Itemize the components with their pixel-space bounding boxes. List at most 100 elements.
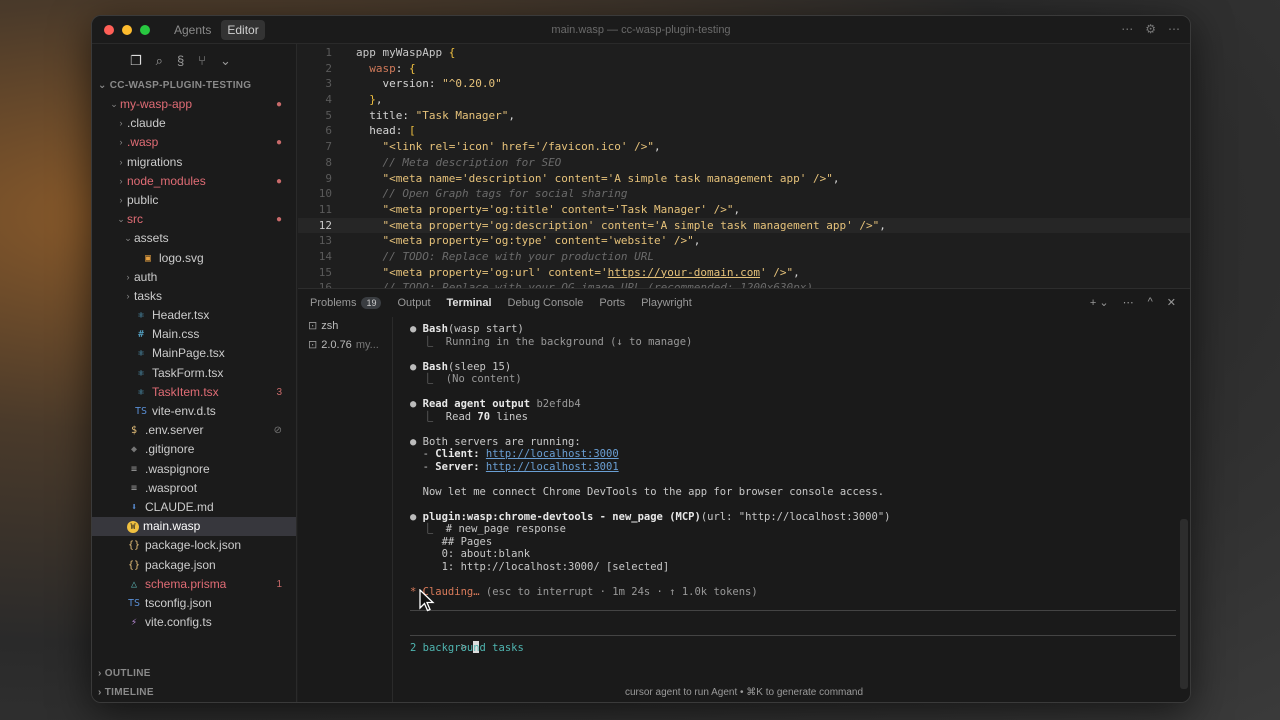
tree-item[interactable]: › migrations <box>92 153 296 172</box>
tree-item-label: public <box>127 192 159 207</box>
add-terminal-icon[interactable]: + ⌄ <box>1090 296 1109 309</box>
panel-tab-ports[interactable]: Ports <box>599 297 625 309</box>
tree-item[interactable]: › public <box>92 191 296 210</box>
branch-icon[interactable]: ⑂ <box>198 53 206 76</box>
chevron-down-icon: ⌄ <box>117 214 125 225</box>
terminal-instance[interactable]: ⊡ 2.0.76 my... <box>308 336 392 355</box>
code-line: 10 // Open Graph tags for social sharing <box>298 186 1190 202</box>
panel-tab-problems[interactable]: Problems 19 <box>310 297 382 309</box>
file-type-icon: {} <box>127 540 141 552</box>
tree-item[interactable]: ⬇ CLAUDE.md <box>92 498 296 517</box>
close-panel-icon[interactable]: ✕ <box>1167 296 1176 309</box>
outline-section[interactable]: › OUTLINE <box>92 664 296 683</box>
tree-item[interactable]: TS tsconfig.json <box>92 594 296 613</box>
mode-tab-editor[interactable]: Editor <box>221 19 265 40</box>
search-icon[interactable]: ⌕ <box>156 53 163 76</box>
terminal-name: 2.0.76 <box>321 339 352 351</box>
tree-item-label: Main.css <box>152 327 200 342</box>
terminal-spacer <box>410 348 1176 361</box>
tree-item[interactable]: ▣ logo.svg <box>92 249 296 268</box>
line-number: 2 <box>325 61 332 75</box>
tree-item[interactable]: › node_modules ● <box>92 172 296 191</box>
chevron-right-icon: › <box>119 118 123 129</box>
more-icon[interactable]: ⋯ <box>1123 296 1134 309</box>
tree-item[interactable]: # Main.css <box>92 325 296 344</box>
minimize-window-button[interactable] <box>122 24 132 35</box>
terminal-instance[interactable]: ⊡ zsh <box>308 317 392 336</box>
code-text: }, <box>369 93 383 107</box>
panel-tab-output[interactable]: Output <box>397 297 430 309</box>
code-editor[interactable]: 1 app myWaspApp {2 wasp: {3 version: "^0.… <box>298 44 1190 288</box>
tree-item[interactable]: ⌄ my-wasp-app ● <box>92 95 296 114</box>
code-line: 12 "<meta property='og:description' cont… <box>298 217 1190 234</box>
tree-item[interactable]: ◆ .gitignore <box>92 440 296 459</box>
close-window-button[interactable] <box>104 24 114 35</box>
tree-item[interactable]: › .wasp ● <box>92 133 296 152</box>
chevron-down-icon[interactable]: ⌄ <box>220 53 231 76</box>
terminal-list: ⊡ zsh ⊡ 2.0.76 my... <box>298 317 393 702</box>
code-text: "<meta property='og:title' content='Task… <box>382 202 741 216</box>
status-badge: ⊘ <box>273 425 282 437</box>
terminal-line: Now let me connect Chrome DevTools to th… <box>410 485 885 498</box>
tree-item[interactable]: TS vite-env.d.ts <box>92 402 296 421</box>
panel-tab-debug-console[interactable]: Debug Console <box>508 297 584 309</box>
tree-item[interactable]: △ schema.prisma 1 <box>92 575 296 594</box>
prompt-line[interactable]: > <box>410 611 1176 653</box>
tree-item[interactable]: {} package-lock.json <box>92 536 296 555</box>
terminal-spacer <box>410 473 1176 486</box>
tree-item[interactable]: › tasks <box>92 287 296 306</box>
gear-icon[interactable]: ⚙ <box>1145 22 1156 36</box>
tree-item[interactable]: › .claude <box>92 114 296 133</box>
code-text: "<meta name='description' content='A sim… <box>382 171 840 185</box>
maximize-panel-icon[interactable]: ^ <box>1148 296 1153 309</box>
code-line: 9 "<meta name='description' content='A s… <box>298 171 1190 187</box>
terminal-line: ● Bash(wasp start) <box>410 323 524 335</box>
more-icon[interactable]: ⋯ <box>1121 22 1133 36</box>
terminal-scrollbar[interactable] <box>1180 519 1188 689</box>
code-line: 6 head: [ <box>298 123 1190 139</box>
tree-item[interactable]: ⚛ TaskForm.tsx <box>92 364 296 383</box>
line-number: 3 <box>325 77 332 91</box>
files-icon[interactable]: ❐ <box>130 53 142 76</box>
terminal-line: ⎿ # new_page response <box>422 523 566 535</box>
tree-item[interactable]: ⌄ assets <box>92 229 296 248</box>
mode-tab-agents[interactable]: Agents <box>168 20 217 40</box>
maximize-window-button[interactable] <box>140 24 150 35</box>
file-type-icon: ≡ <box>130 463 138 475</box>
chevron-right-icon: › <box>126 271 130 282</box>
tree-item[interactable]: ⚡ vite.config.ts <box>92 613 296 632</box>
terminal-line: ## Pages <box>410 535 493 548</box>
tree-item-label: assets <box>134 231 169 246</box>
terminal-line: ● plugin:wasp:chrome-devtools - new_page… <box>410 510 891 523</box>
file-type-icon: # <box>137 329 145 341</box>
tree-item[interactable]: › auth <box>92 268 296 287</box>
project-name: CC-WASP-PLUGIN-TESTING <box>109 80 252 91</box>
tree-item[interactable]: ⚛ Header.tsx <box>92 306 296 325</box>
code-line: 4 }, <box>298 92 1190 108</box>
sidebar-toolbar: ❐ ⌕ § ⑂ ⌄ <box>92 44 296 76</box>
title-actions: ⋯ ⚙ ⋯ <box>1121 22 1180 36</box>
tree-item[interactable]: ≡ .waspignore <box>92 460 296 479</box>
panel-tab-label: Terminal <box>446 297 492 309</box>
terminal-line: 1: http://localhost:3000/ [selected] <box>410 560 670 573</box>
file-type-icon: ▣ <box>144 252 152 264</box>
tree-item[interactable]: $ .env.server ⊘ <box>92 421 296 440</box>
line-number: 15 <box>318 265 332 279</box>
code-text: "<meta property='og:url' content='https:… <box>382 265 800 279</box>
tree-item[interactable]: ⌄ src ● <box>92 210 296 229</box>
tree-item[interactable]: ⚛ TaskItem.tsx 3 <box>92 383 296 402</box>
timeline-section[interactable]: › TIMELINE <box>92 683 296 702</box>
code-text: "<meta property='og:type' content='websi… <box>382 234 701 248</box>
project-header[interactable]: ⌄ CC-WASP-PLUGIN-TESTING <box>92 76 296 95</box>
panel-tab-terminal[interactable]: Terminal <box>447 297 492 309</box>
tree-item-label: vite.config.ts <box>145 615 212 630</box>
terminal-output[interactable]: ● Bash(wasp start) ⎿ Running in the back… <box>410 317 1176 702</box>
tree-item[interactable]: ≡ .wasproot <box>92 479 296 498</box>
background-tasks[interactable]: 2 background tasks <box>410 642 1176 655</box>
panel-tab-playwright[interactable]: Playwright <box>641 297 692 309</box>
tree-item[interactable]: ⚛ MainPage.tsx <box>92 344 296 363</box>
more-actions-icon[interactable]: ⋯ <box>1168 22 1180 36</box>
tree-item[interactable]: Wmain.wasp <box>92 517 296 537</box>
source-control-icon[interactable]: § <box>177 53 184 76</box>
tree-item[interactable]: {} package.json <box>92 556 296 575</box>
